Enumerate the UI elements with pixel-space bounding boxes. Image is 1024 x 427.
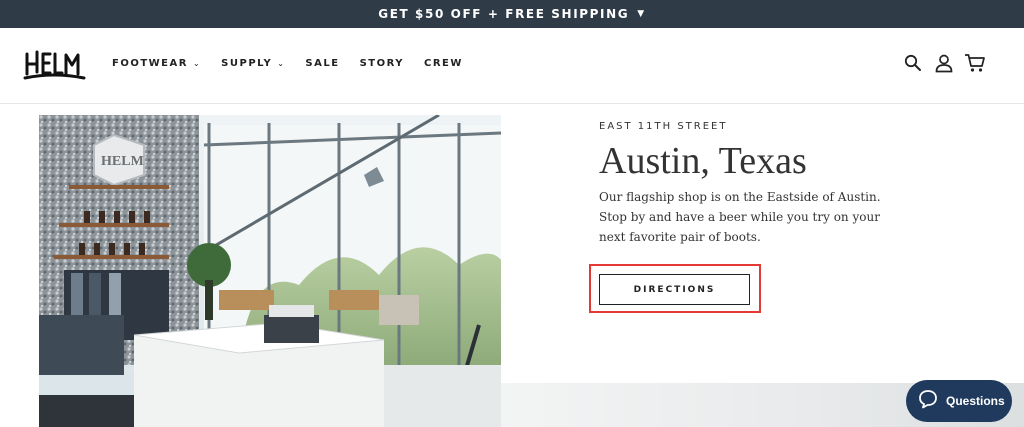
main-nav: FOOTWEAR ⌄ SUPPLY ⌄ SALE STORY CREW [112, 58, 483, 69]
svg-text:HELM: HELM [101, 154, 144, 169]
nav-supply-label: SUPPLY [221, 58, 273, 69]
helm-logo[interactable] [22, 46, 88, 86]
nav-story[interactable]: STORY [360, 58, 404, 69]
directions-button[interactable]: DIRECTIONS [599, 274, 750, 305]
store-street: EAST 11TH STREET [599, 121, 728, 132]
account-icon[interactable] [933, 52, 955, 74]
nav-footwear-label: FOOTWEAR [112, 58, 188, 69]
nav-crew-label: CREW [424, 58, 463, 69]
search-icon[interactable] [902, 52, 924, 74]
nav-crew[interactable]: CREW [424, 58, 463, 69]
chevron-down-icon: ⌄ [277, 59, 286, 68]
store-interior-photo: HELM [39, 115, 501, 427]
chevron-down-icon: ▼ [637, 9, 646, 19]
nav-sale[interactable]: SALE [305, 58, 339, 69]
chat-bubble-icon [918, 389, 938, 414]
announcement-bar[interactable]: GET $50 OFF + FREE SHIPPING ▼ [0, 0, 1024, 28]
questions-chat-button[interactable]: Questions [906, 380, 1012, 422]
announcement-text: GET $50 OFF + FREE SHIPPING [378, 7, 630, 21]
questions-label: Questions [946, 394, 1005, 408]
store-description: Our flagship shop is on the Eastside of … [599, 190, 881, 244]
nav-story-label: STORY [359, 58, 404, 69]
store-title: Austin, Texas [599, 140, 807, 182]
cart-icon[interactable] [964, 52, 986, 74]
nav-footwear[interactable]: FOOTWEAR ⌄ [112, 58, 201, 69]
header-icons [893, 52, 986, 74]
nav-sale-label: SALE [305, 58, 340, 69]
chevron-down-icon: ⌄ [192, 59, 202, 68]
site-header: FOOTWEAR ⌄ SUPPLY ⌄ SALE STORY CREW [0, 28, 1024, 104]
store-info: EAST 11TH STREET Austin, Texas Our flags… [599, 121, 929, 247]
nav-supply[interactable]: SUPPLY ⌄ [221, 58, 285, 69]
